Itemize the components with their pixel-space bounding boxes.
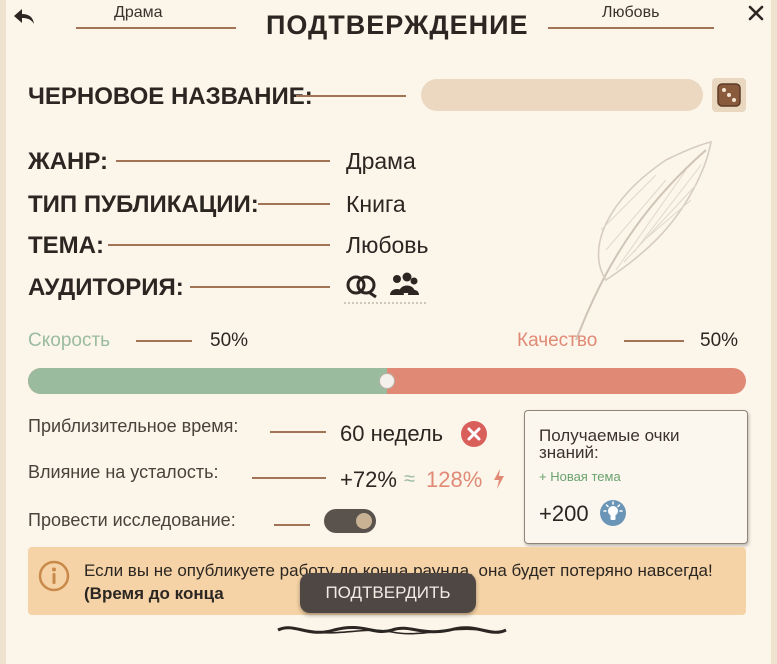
speed-fill	[28, 368, 387, 394]
quality-value: 50%	[700, 330, 739, 351]
speed-label: Скорость	[28, 330, 111, 351]
audience-dotted-separator	[344, 302, 426, 304]
knowledge-note: + Новая тема	[539, 469, 621, 484]
close-button[interactable]	[747, 4, 765, 22]
warning-bold-note: (Время до конца	[84, 584, 224, 603]
confirm-button[interactable]: ПОДТВЕРДИТЬ	[300, 573, 476, 613]
prev-tab-genre[interactable]: Драма	[114, 4, 163, 22]
publication-type-value: Книга	[346, 191, 406, 217]
lightbulb-icon	[600, 500, 626, 526]
theme-label: ТЕМА:	[28, 232, 104, 259]
group-icon[interactable]	[388, 271, 420, 297]
estimated-time-value: 60 недель	[340, 421, 444, 446]
cancel-x-icon[interactable]	[460, 420, 488, 448]
fatigue-value: +72%	[340, 467, 397, 492]
draft-name-input[interactable]	[421, 79, 703, 111]
draft-name-label: ЧЕРНОВОЕ НАЗВАНИЕ:	[28, 83, 313, 110]
back-button[interactable]	[12, 6, 36, 28]
feather-quill-icon	[575, 140, 712, 341]
quality-label: Качество	[517, 330, 598, 351]
research-toggle-knob	[356, 513, 372, 529]
quality-leader	[624, 340, 684, 342]
couple-icon[interactable]	[344, 271, 380, 299]
theme-value: Любовь	[346, 232, 429, 258]
publication-type-leader	[258, 203, 330, 205]
lightning-icon	[494, 469, 504, 489]
research-leader	[274, 524, 310, 526]
fatigue-extra-value: 128%	[426, 467, 483, 492]
draft-name-leader	[296, 95, 406, 97]
audience-leader	[190, 286, 330, 288]
back-arrow-icon	[14, 9, 34, 24]
research-toggle[interactable]	[324, 509, 376, 533]
genre-value: Драма	[346, 148, 416, 174]
close-icon	[748, 5, 764, 21]
next-tab-theme[interactable]: Любовь	[602, 4, 659, 22]
dice-icon	[717, 83, 741, 107]
genre-label: ЖАНР:	[28, 148, 109, 175]
slider-handle[interactable]	[379, 373, 395, 389]
audience-label: АУДИТОРИЯ:	[28, 274, 184, 301]
speed-leader	[136, 340, 192, 342]
header-underline-right	[548, 27, 714, 29]
page-title: ПОДТВЕРЖДЕНИЕ	[266, 10, 529, 40]
ornament-flourish-icon	[277, 625, 507, 635]
fatigue-approx-sign: ≈	[404, 468, 415, 490]
fatigue-label: Влияние на усталость:	[28, 462, 219, 482]
speed-value: 50%	[210, 330, 249, 351]
knowledge-title: Получаемые очки знаний:	[539, 426, 680, 462]
knowledge-points-card: Получаемые очки знаний: + Новая тема +20…	[524, 410, 748, 544]
knowledge-points-value: +200	[539, 501, 589, 526]
genre-leader	[116, 160, 330, 162]
research-label: Провести исследование:	[28, 510, 236, 530]
estimated-time-label: Приблизительное время:	[28, 416, 239, 436]
confirmation-panel: Драма ПОДТВЕРЖДЕНИЕ Любовь ЧЕРНОВОЕ НАЗВ…	[0, 0, 777, 664]
theme-leader	[108, 244, 330, 246]
random-name-button[interactable]	[712, 78, 746, 112]
info-icon	[38, 560, 70, 592]
header-underline-left	[76, 27, 236, 29]
publication-type-label: ТИП ПУБЛИКАЦИИ:	[28, 191, 259, 218]
fatigue-leader	[252, 477, 326, 479]
estimated-time-leader	[270, 431, 326, 433]
